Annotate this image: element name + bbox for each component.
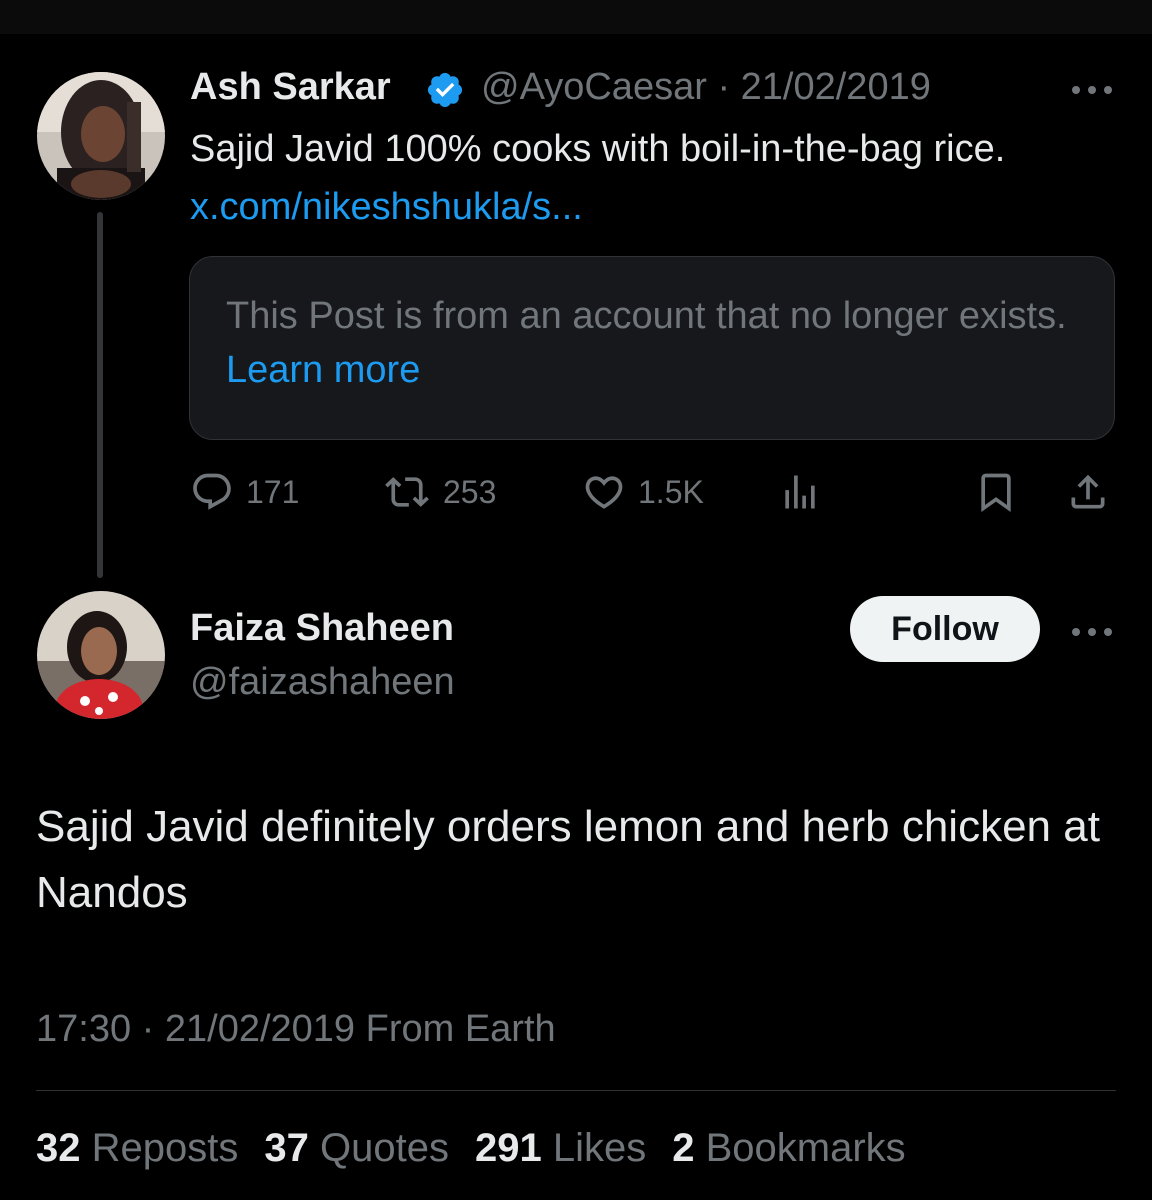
- quotes-label: Quotes: [320, 1126, 449, 1170]
- reposts-count: 32: [36, 1126, 81, 1170]
- parent-author-name[interactable]: Ash Sarkar: [190, 66, 391, 109]
- share-icon: [1071, 474, 1105, 509]
- likes-label: Likes: [552, 1126, 647, 1170]
- faiza-shaheen-avatar[interactable]: [37, 591, 165, 719]
- parent-tweet-link[interactable]: x.com/nikeshshukla/s...: [190, 186, 583, 228]
- more-icon[interactable]: [1070, 80, 1114, 100]
- tweet-timestamp[interactable]: 17:30 · 21/02/2019 From Earth: [36, 1008, 556, 1051]
- bookmark-icon: [981, 473, 1011, 513]
- like-icon: [585, 476, 623, 509]
- likes-count: 291: [474, 1126, 542, 1170]
- bookmarks-label: Bookmarks: [705, 1126, 906, 1170]
- like-count: 1.5K: [638, 473, 704, 510]
- reposts-stat[interactable]: 32 Reposts: [36, 1126, 238, 1171]
- main-tweet-text: Sajid Javid definitely orders lemon and …: [36, 802, 1100, 917]
- more-icon[interactable]: [1070, 622, 1114, 642]
- repost-icon: [385, 477, 429, 507]
- parent-tweet-text: Sajid Javid 100% cooks with boil-in-the-…: [190, 120, 1090, 236]
- divider: [36, 1090, 1116, 1091]
- reply-count: 171: [246, 473, 300, 510]
- views-button[interactable]: [778, 470, 822, 514]
- quotes-stat[interactable]: 37 Quotes: [264, 1126, 449, 1171]
- likes-stat[interactable]: 291 Likes: [475, 1126, 646, 1171]
- ash-sarkar-avatar[interactable]: [37, 72, 165, 200]
- reply-icon: [193, 473, 231, 510]
- reposts-label: Reposts: [91, 1126, 239, 1170]
- unavailable-message: This Post is from an account that no lon…: [226, 295, 1067, 337]
- quotes-count: 37: [264, 1126, 309, 1170]
- verified-badge-icon: [427, 72, 463, 108]
- views-icon: [785, 475, 815, 509]
- share-button[interactable]: [1066, 470, 1110, 514]
- like-button[interactable]: 1.5K: [582, 470, 704, 514]
- follow-button[interactable]: Follow: [850, 596, 1040, 662]
- main-author-name[interactable]: Faiza Shaheen: [190, 607, 454, 650]
- engagement-stats: 32 Reposts 37 Quotes 291 Likes 2 Bookmar…: [36, 1126, 932, 1171]
- repost-button[interactable]: 253: [383, 470, 496, 514]
- parent-date[interactable]: 21/02/2019: [741, 66, 931, 108]
- bookmark-button[interactable]: [974, 470, 1018, 514]
- repost-count: 253: [443, 473, 497, 510]
- parent-tweet-body: Sajid Javid 100% cooks with boil-in-the-…: [190, 128, 1006, 170]
- unavailable-post-notice: This Post is from an account that no lon…: [226, 289, 1086, 397]
- parent-handle[interactable]: @AyoCaesar: [481, 66, 707, 108]
- main-handle[interactable]: @faizashaheen: [190, 661, 455, 704]
- bookmarks-stat[interactable]: 2 Bookmarks: [672, 1126, 905, 1171]
- quoted-post-card[interactable]: This Post is from an account that no lon…: [189, 256, 1115, 440]
- thread-connector-line: [97, 212, 103, 578]
- learn-more-link[interactable]: Learn more: [226, 349, 420, 391]
- bookmarks-count: 2: [672, 1126, 695, 1170]
- meta-separator: ·: [717, 66, 731, 108]
- status-bar: [0, 0, 1152, 34]
- reply-button[interactable]: 171: [190, 470, 299, 514]
